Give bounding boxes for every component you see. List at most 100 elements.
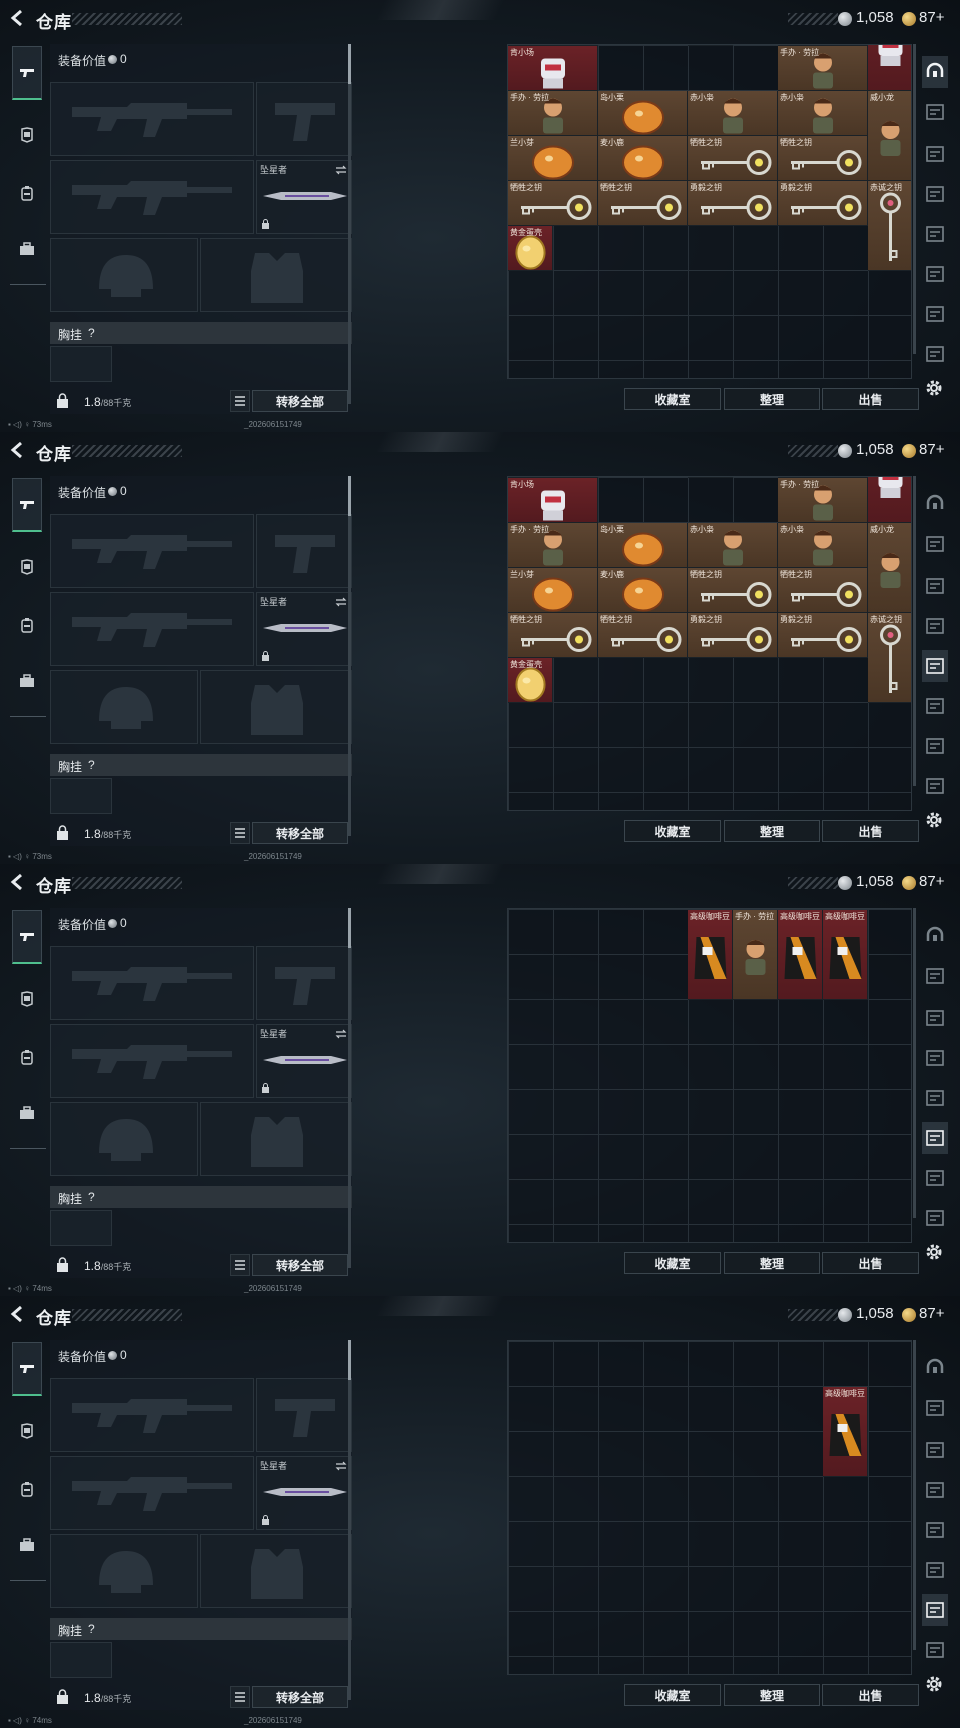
storage-tab[interactable] [922,1392,948,1424]
storage-item[interactable]: 勇毅之钥 [778,181,868,226]
storage-item[interactable]: 牺牲之钥 [688,568,778,613]
tab-case[interactable] [12,1086,42,1140]
helmet-slot[interactable] [50,670,198,744]
collection-room-button[interactable]: 收藏室 [624,1252,721,1274]
gold-currency-value[interactable]: 87+ [919,1305,944,1322]
storage-item[interactable]: 肯小场 [508,46,598,91]
storage-item[interactable]: 勇毅之钥 [688,613,778,658]
storage-grid[interactable]: 肯小场 手办 · 劳拉 手办 · 劳拉 岛小栗 赤小枭 赤小枭 威小龙 兰小芽 麦小鹿 牺牲之钥牺… [507,476,912,811]
sort-button[interactable]: 整理 [724,820,820,842]
secondary-weapon-slot[interactable] [50,1024,254,1098]
scrollbar-thumb[interactable] [348,44,351,84]
storage-item[interactable]: 牺牲之钥 [598,181,688,226]
primary-weapon-slot[interactable] [50,946,254,1020]
list-view-button[interactable] [230,1254,250,1276]
storage-tab[interactable] [922,1352,948,1384]
storage-tab[interactable] [922,1434,948,1466]
equipment-scrollbar[interactable] [348,1340,351,1700]
transfer-all-button[interactable]: 转移全部 [252,390,348,412]
storage-item[interactable]: 牺牲之钥 [688,136,778,181]
storage-tab[interactable] [922,528,948,560]
storage-tab[interactable] [922,730,948,762]
transfer-all-button[interactable]: 转移全部 [252,1254,348,1276]
secondary-weapon-slot[interactable] [50,160,254,234]
tab-armor[interactable] [12,1404,42,1458]
storage-item[interactable]: 兰小芽 [508,568,598,613]
storage-tab[interactable] [922,1202,948,1234]
pistol-slot[interactable] [256,946,352,1020]
equipment-scrollbar[interactable] [348,476,351,836]
helmet-slot[interactable] [50,238,198,312]
primary-weapon-slot[interactable] [50,82,254,156]
storage-item[interactable]: 手办 · 劳拉 [778,478,868,523]
pistol-slot[interactable] [256,1378,352,1452]
storage-tab[interactable] [922,960,948,992]
storage-item[interactable]: 牺牲之钥 [598,613,688,658]
transfer-all-button[interactable]: 转移全部 [252,822,348,844]
storage-tab[interactable] [922,1002,948,1034]
gear-icon[interactable] [924,1242,944,1262]
gold-currency-value[interactable]: 87+ [919,9,944,26]
swap-icon[interactable] [335,1029,347,1039]
tab-armor[interactable] [12,972,42,1026]
swap-icon[interactable] [335,165,347,175]
storage-item[interactable]: 高级咖啡豆 [778,910,823,1000]
storage-tab[interactable] [922,178,948,210]
chest-rig-slot[interactable] [50,1210,112,1246]
storage-item[interactable]: 高级咖啡豆 [688,910,733,1000]
storage-item[interactable] [688,477,733,478]
storage-tab[interactable] [922,218,948,250]
tab-armor[interactable] [12,540,42,594]
equipment-scrollbar[interactable] [348,44,351,404]
storage-item[interactable]: 牺牲之钥 [508,181,598,226]
sell-button[interactable]: 出售 [822,820,919,842]
melee-slot[interactable]: 坠星者 [256,160,352,234]
storage-item[interactable]: 麦小鹿 [598,568,688,613]
secondary-weapon-slot[interactable] [50,592,254,666]
storage-tab[interactable] [922,770,948,802]
swap-icon[interactable] [335,1461,347,1471]
back-arrow-icon[interactable] [8,8,28,28]
storage-item[interactable]: 麦小鹿 [598,136,688,181]
list-view-button[interactable] [230,390,250,412]
gear-icon[interactable] [924,810,944,830]
storage-grid[interactable]: 高级咖啡豆 [507,1340,912,1675]
storage-tab[interactable] [922,610,948,642]
storage-tab[interactable] [922,1082,948,1114]
chest-rig-hint[interactable]: ? [88,758,95,772]
equipment-scrollbar[interactable] [348,908,351,1268]
sort-button[interactable]: 整理 [724,1252,820,1274]
storage-tab[interactable] [922,570,948,602]
storage-item[interactable]: 牺牲之钥 [778,136,868,181]
storage-item[interactable]: 勇毅之钥 [778,613,868,658]
secondary-weapon-slot[interactable] [50,1456,254,1530]
transfer-all-button[interactable]: 转移全部 [252,1686,348,1708]
storage-item[interactable]: 岛小栗 [598,523,688,568]
storage-item[interactable]: 手办 · 劳拉 [733,910,778,1000]
storage-tab[interactable] [922,138,948,170]
melee-slot[interactable]: 坠星者 [256,1456,352,1530]
chest-rig-hint[interactable]: ? [88,326,95,340]
storage-item[interactable]: 牺牲之钥 [508,613,598,658]
sort-button[interactable]: 整理 [724,1684,820,1706]
helmet-slot[interactable] [50,1534,198,1608]
storage-scrollbar[interactable] [913,1340,916,1650]
storage-tab[interactable] [922,1594,948,1626]
storage-tab[interactable] [922,258,948,290]
sort-button[interactable]: 整理 [724,388,820,410]
storage-tab[interactable] [922,1474,948,1506]
storage-item[interactable]: 黄金蛋壳 [508,658,553,703]
tab-backpack[interactable] [12,1030,42,1084]
armor-slot[interactable] [200,238,352,312]
tab-case[interactable] [12,222,42,276]
pistol-slot[interactable] [256,514,352,588]
gear-icon[interactable] [924,378,944,398]
helmet-slot[interactable] [50,1102,198,1176]
storage-tab[interactable] [922,1042,948,1074]
tab-case[interactable] [12,1518,42,1572]
storage-item[interactable]: 兰小芽 [508,136,598,181]
storage-tab[interactable] [922,1122,948,1154]
tab-case[interactable] [12,654,42,708]
scrollbar-thumb[interactable] [348,476,351,516]
back-arrow-icon[interactable] [8,1304,28,1324]
